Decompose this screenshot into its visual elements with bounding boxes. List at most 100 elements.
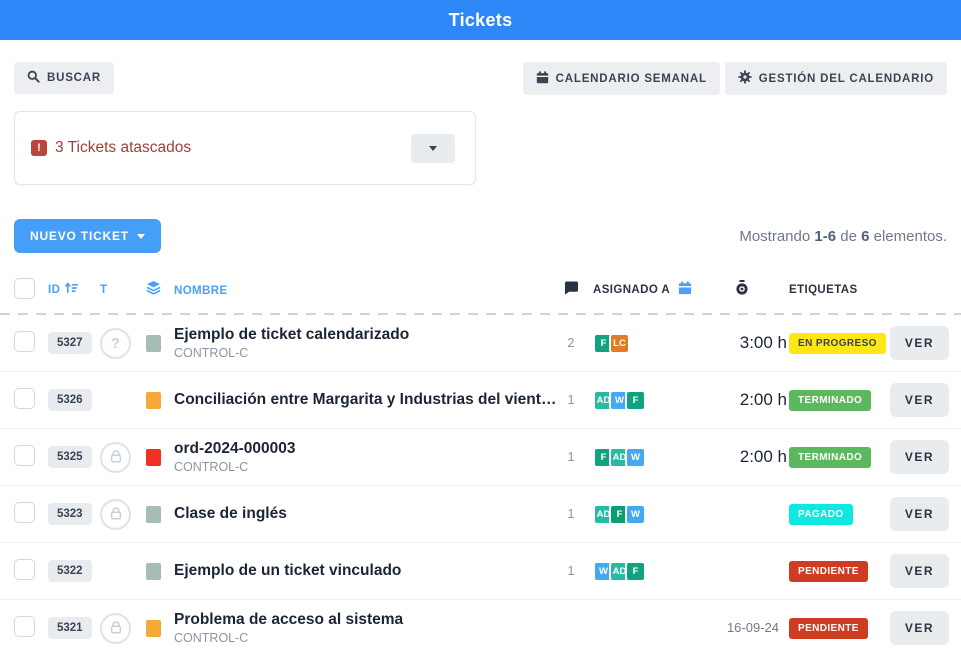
row-id-badge: 5321 [48, 617, 92, 639]
avatar: LC [609, 333, 630, 354]
table-row: 5322 Ejemplo de un ticket vinculado 1 WA… [0, 543, 961, 600]
search-button-label: BUSCAR [47, 72, 101, 84]
alert-expand-button[interactable] [411, 134, 455, 163]
avatar: F [625, 390, 646, 411]
comment-icon [564, 281, 579, 300]
calendar-blue-icon[interactable] [678, 281, 692, 300]
ticket-subtitle: CONTROL-C [174, 631, 557, 645]
summary-total: 6 [861, 228, 869, 245]
ticket-subtitle: CONTROL-C [174, 460, 557, 474]
gear-icon [738, 70, 752, 87]
new-ticket-label: NUEVO TICKET [30, 229, 129, 243]
time-value: 3:00 h [740, 333, 787, 352]
ticket-title: Problema de acceso al sistema [174, 611, 557, 629]
row-checkbox[interactable] [14, 331, 35, 352]
row-id-badge: 5327 [48, 332, 92, 354]
comment-count: 1 [567, 449, 574, 464]
avatar-group: WADF [585, 561, 697, 582]
row-id-badge: 5325 [48, 446, 92, 468]
table-row: 5326 Conciliación entre Margarita y Indu… [0, 372, 961, 429]
calendar-management-button[interactable]: GESTIÓN DEL CALENDARIO [725, 62, 947, 95]
bag-circle-icon [100, 442, 131, 473]
chevron-down-icon [137, 234, 145, 239]
ticket-title: ord-2024-000003 [174, 440, 557, 458]
comment-count: 1 [567, 506, 574, 521]
status-tag: PAGADO [789, 504, 853, 525]
toolbar-right-group: CALENDARIO SEMANAL [523, 62, 947, 95]
avatar-group: ADWF [585, 390, 697, 411]
row-id-badge: 5323 [48, 503, 92, 525]
calendar-icon [536, 71, 549, 87]
layers-icon[interactable] [146, 280, 161, 300]
tickets-table: ID T [0, 273, 961, 653]
table-row: 5327 ? Ejemplo de ticket calendarizado C… [0, 315, 961, 372]
sort-icon[interactable] [65, 281, 78, 299]
weekly-calendar-label: CALENDARIO SEMANAL [556, 73, 707, 85]
row-checkbox[interactable] [14, 445, 35, 466]
search-icon [27, 70, 40, 86]
status-tag: EN PROGRESO [789, 333, 886, 354]
results-summary: Mostrando 1-6 de 6 elementos. [739, 228, 947, 245]
ver-button[interactable]: VER [890, 497, 949, 531]
question-circle-icon: ? [100, 328, 131, 359]
row-checkbox[interactable] [14, 502, 35, 523]
avatar: F [625, 561, 646, 582]
avatar: W [625, 504, 646, 525]
exclamation-square-icon: ! [31, 140, 47, 156]
ticket-title: Conciliación entre Margarita y Industria… [174, 391, 557, 409]
row-checkbox[interactable] [14, 559, 35, 580]
row-checkbox[interactable] [14, 388, 35, 409]
ver-button[interactable]: VER [890, 440, 949, 474]
new-ticket-button[interactable]: NUEVO TICKET [14, 219, 161, 253]
ticket-color-square [146, 506, 161, 523]
ticket-color-square [146, 620, 161, 637]
column-header-tags[interactable]: ETIQUETAS [789, 284, 858, 296]
ver-button[interactable]: VER [890, 383, 949, 417]
bag-circle-icon [100, 613, 131, 644]
status-tag: TERMINADO [789, 447, 871, 468]
summary-showing: Mostrando [739, 228, 810, 245]
ver-button[interactable]: VER [890, 611, 949, 645]
column-header-assigned[interactable]: ASIGNADO A [593, 284, 670, 296]
avatar: W [625, 447, 646, 468]
ticket-subtitle: CONTROL-C [174, 346, 557, 360]
comment-count: 2 [567, 335, 574, 350]
time-value: 2:00 h [740, 390, 787, 409]
ticket-color-square [146, 449, 161, 466]
table-row: 5325 ord-2024-000003 CONTROL-C 1 FADW 2:… [0, 429, 961, 486]
table-header: ID T [0, 273, 961, 307]
column-header-type[interactable]: T [100, 284, 107, 296]
ticket-color-square [146, 392, 161, 409]
avatar-group: FADW [585, 447, 697, 468]
stuck-tickets-alert: ! 3 Tickets atascados [14, 111, 476, 185]
ver-button[interactable]: VER [890, 554, 949, 588]
ticket-color-square [146, 563, 161, 580]
calendar-management-label: GESTIÓN DEL CALENDARIO [759, 73, 934, 85]
column-header-name[interactable]: NOMBRE [174, 285, 228, 297]
toolbar: BUSCAR CALENDARIO SEMANAL [14, 62, 947, 95]
alert-message-group: ! 3 Tickets atascados [31, 139, 191, 157]
row-checkbox[interactable] [14, 616, 35, 637]
table-row: 5321 Problema de acceso al sistema CONTR… [0, 600, 961, 653]
status-tag: TERMINADO [789, 390, 871, 411]
column-header-id[interactable]: ID [48, 284, 60, 296]
app-header: Tickets [0, 0, 961, 40]
weekly-calendar-button[interactable]: CALENDARIO SEMANAL [523, 62, 720, 95]
ver-button[interactable]: VER [890, 326, 949, 360]
alert-message: 3 Tickets atascados [55, 139, 191, 157]
page-title: Tickets [449, 10, 513, 31]
search-button[interactable]: BUSCAR [14, 62, 114, 94]
time-value: 16-09-24 [727, 620, 787, 635]
table-row: 5323 Clase de inglés 1 ADFW PAGADO VER [0, 486, 961, 543]
chevron-down-icon [429, 146, 437, 151]
select-all-checkbox[interactable] [14, 278, 35, 299]
summary-items: elementos. [874, 228, 947, 245]
ticket-title: Clase de inglés [174, 505, 557, 523]
summary-range: 1-6 [814, 228, 836, 245]
status-tag: PENDIENTE [789, 561, 868, 582]
row-id-badge: 5322 [48, 560, 92, 582]
avatar-group: ADFW [585, 504, 697, 525]
avatar-group: FLC [585, 333, 697, 354]
status-tag: PENDIENTE [789, 618, 868, 639]
ticket-table-body: 5327 ? Ejemplo de ticket calendarizado C… [0, 315, 961, 653]
